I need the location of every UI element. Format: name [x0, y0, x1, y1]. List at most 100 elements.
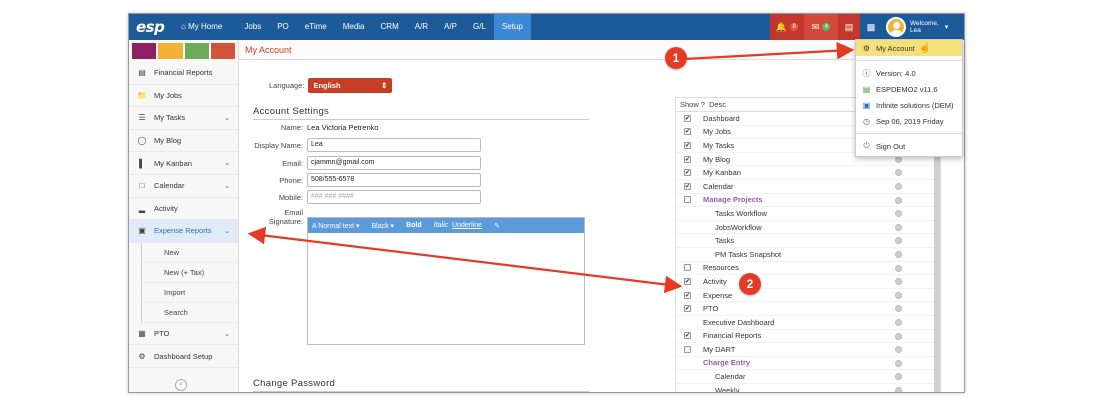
radio-dot[interactable] — [895, 278, 902, 286]
radio-dot[interactable] — [895, 386, 902, 392]
nav-etime[interactable]: eTime — [297, 14, 335, 40]
expense-subitem[interactable]: Search — [141, 302, 238, 323]
sidebar-item-label: My Jobs — [154, 90, 182, 100]
show-checkbox[interactable] — [684, 264, 691, 272]
nav-media[interactable]: Media — [335, 14, 373, 40]
show-checkbox[interactable]: ✔ — [684, 291, 691, 299]
nav-crm[interactable]: CRM — [373, 14, 407, 40]
show-checkbox[interactable]: ✔ — [684, 332, 691, 340]
panel-row-desc: Financial Reports — [703, 331, 762, 341]
sidebar-item-pto[interactable]: ▦ PTO ⌄ — [129, 323, 238, 346]
expense-subitem[interactable]: Import — [141, 282, 238, 303]
radio-dot[interactable] — [895, 223, 902, 231]
sidebar-item-expense-reports[interactable]: ▣ Expense Reports ⌄ — [129, 220, 238, 243]
sidebar-item-activity[interactable]: ▂ Activity — [129, 198, 238, 221]
color-swatch[interactable] — [132, 43, 157, 59]
name-value: Lea Victoria Petrenko — [307, 123, 379, 132]
show-checkbox[interactable]: ✔ — [684, 141, 691, 149]
radio-dot[interactable] — [895, 237, 902, 245]
notes-button[interactable]: ▩ — [860, 14, 882, 40]
chevron-down-icon: ⌄ — [224, 227, 230, 235]
sidebar-item-dashboard-setup[interactable]: ⚙ Dashboard Setup — [129, 345, 238, 368]
bold-button[interactable]: Bold — [406, 222, 422, 229]
radio-dot[interactable] — [895, 318, 902, 326]
sidebar-item-my-kanban[interactable]: ▌ My Kanban ⌄ — [129, 152, 238, 175]
collapse-sidebar-button[interactable]: « — [175, 379, 187, 391]
radio-dot[interactable] — [895, 359, 902, 367]
language-select[interactable]: English ⇕ — [308, 78, 393, 93]
show-checkbox[interactable]: ✔ — [684, 182, 691, 190]
user-menu-toggle[interactable]: Welcome, Lea ▾ — [882, 14, 964, 40]
nav-ar[interactable]: A/R — [407, 14, 436, 40]
radio-dot[interactable] — [895, 332, 902, 340]
messages-badge: 4 — [822, 23, 831, 31]
power-icon: ⏻ — [863, 141, 870, 150]
sidebar-item-label: Financial Reports — [154, 68, 213, 78]
radio-dot[interactable] — [895, 264, 902, 272]
show-checkbox[interactable]: ✔ — [684, 277, 691, 285]
sidebar-item-my-jobs[interactable]: 📁 My Jobs — [129, 85, 238, 108]
panel-row-desc: Expense — [703, 290, 733, 300]
mobile-input[interactable]: ### ### #### — [307, 190, 481, 204]
panel-row-desc: JobsWorkflow — [715, 222, 762, 232]
help-icon[interactable]: ? — [701, 100, 705, 109]
database-icon: ▤ — [844, 21, 854, 32]
radio-dot[interactable] — [895, 182, 902, 190]
messages-button[interactable]: ✉ 4 — [804, 14, 838, 40]
annotation-badge-1: 1 — [665, 47, 687, 69]
radio-dot[interactable] — [895, 373, 902, 381]
nav-setup[interactable]: Setup — [493, 14, 531, 40]
expense-subitem[interactable]: New — [141, 242, 238, 263]
signature-editor[interactable]: A Normal text ▾ Black ▾ Bold Italic Unde… — [307, 217, 585, 345]
my-account-menu-item[interactable]: ⚙ My Account ☝ — [856, 40, 962, 56]
sidebar-item-label: Activity — [154, 203, 178, 213]
panel-row: My DART — [676, 343, 940, 357]
building-icon: ▣ — [862, 100, 871, 110]
alerts-button[interactable]: 🔔 8 — [770, 14, 804, 40]
nav-ap[interactable]: A/P — [436, 14, 465, 40]
panel-row-desc: Weekly — [715, 385, 740, 393]
show-checkbox[interactable]: ✔ — [684, 169, 691, 177]
radio-dot[interactable] — [895, 169, 902, 177]
expense-subitem[interactable]: New (+ Tax) — [141, 262, 238, 283]
show-checkbox[interactable]: ✔ — [684, 128, 691, 136]
database-button[interactable]: ▤ — [838, 14, 860, 40]
panel-row-desc: My Blog — [703, 154, 731, 164]
mobile-row: Mobile: ### ### #### — [253, 190, 481, 204]
esp-logo[interactable]: esp — [129, 18, 181, 36]
clock-icon: ◷ — [863, 116, 870, 126]
sidebar-item-financial-reports[interactable]: ▤ Financial Reports — [129, 62, 238, 85]
show-checkbox[interactable] — [684, 196, 691, 204]
sidebar-item-my-tasks[interactable]: ☰ My Tasks ⌄ — [129, 107, 238, 130]
display-name-input[interactable]: Lea — [307, 138, 481, 152]
panel-row: ✔ My Kanban — [676, 166, 940, 180]
show-checkbox[interactable]: ✔ — [684, 155, 691, 163]
radio-dot[interactable] — [895, 305, 902, 313]
show-checkbox[interactable] — [684, 345, 691, 353]
nav-gl[interactable]: G/L — [465, 14, 494, 40]
radio-dot[interactable] — [895, 250, 902, 258]
nav-my-home[interactable]: ⌂ My Home — [181, 14, 230, 40]
sign-out-menu-item[interactable]: ⏻ Sign Out — [856, 138, 962, 154]
nav-right-group: 🔔 8 ✉ 4 ▤ ▩ Welcome, Lea ▾ — [770, 14, 964, 40]
pencil-icon[interactable]: ✎ — [494, 222, 500, 230]
nav-po[interactable]: PO — [269, 14, 297, 40]
email-input[interactable]: cjammn@gmail.com — [307, 156, 481, 170]
radio-dot[interactable] — [895, 196, 902, 204]
color-swatch[interactable] — [158, 43, 183, 59]
sidebar-item-calendar[interactable]: □ Calendar ⌄ — [129, 175, 238, 198]
phone-input[interactable]: 508/555-6578 — [307, 173, 481, 187]
show-checkbox[interactable]: ✔ — [684, 114, 691, 122]
italic-button[interactable]: Italic — [434, 222, 448, 229]
color-dropdown[interactable]: Black ▾ — [371, 222, 394, 230]
nav-jobs[interactable]: Jobs — [236, 14, 269, 40]
show-checkbox[interactable]: ✔ — [684, 305, 691, 313]
color-swatch[interactable] — [210, 43, 235, 59]
radio-dot[interactable] — [895, 210, 902, 218]
format-dropdown[interactable]: A Normal text ▾ — [312, 222, 359, 230]
radio-dot[interactable] — [895, 291, 902, 299]
radio-dot[interactable] — [895, 346, 902, 354]
color-swatch[interactable] — [184, 43, 209, 59]
sidebar-item-my-blog[interactable]: ◯ My Blog — [129, 130, 238, 153]
underline-button[interactable]: Underline — [452, 222, 482, 229]
